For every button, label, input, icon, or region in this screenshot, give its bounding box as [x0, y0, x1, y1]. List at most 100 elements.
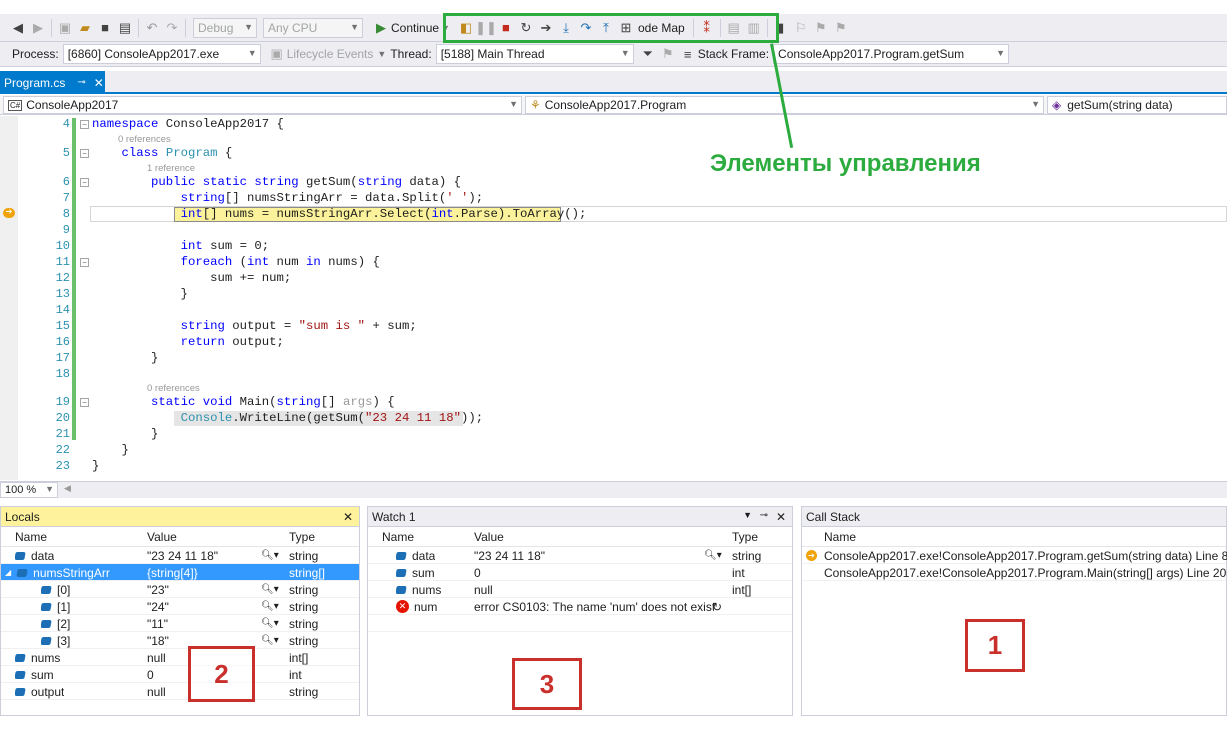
- text-visualizer-icon[interactable]: 🔍︎▾: [261, 547, 279, 564]
- lifecycle-icon[interactable]: ▣: [267, 44, 287, 64]
- grid-header: Name: [802, 527, 1226, 547]
- text-visualizer-icon[interactable]: 🔍︎▾: [704, 547, 722, 564]
- line-number: 19: [55, 395, 70, 409]
- line-number: 21: [55, 427, 70, 441]
- pane-title: Watch 1: [372, 509, 416, 524]
- call-stack-frame[interactable]: ➔ ConsoleApp2017.exe!ConsoleApp2017.Prog…: [802, 547, 1227, 564]
- column-header[interactable]: Name: [15, 527, 47, 547]
- method-icon: ◈: [1052, 98, 1062, 112]
- code-editor[interactable]: ➔ 4 5 6 7 8 9 10 11 12 13 14 15 16 17 18 19 20 21 22 23 − −…: [0, 116, 1227, 480]
- locals-row[interactable]: sum 0 int: [1, 666, 359, 683]
- variable-icon: [41, 636, 52, 645]
- prev-bookmark-icon[interactable]: ⚐: [791, 18, 811, 38]
- line-number: 12: [55, 271, 70, 285]
- code-line-19: static void Main(string[] args) {: [151, 395, 395, 409]
- locals-row[interactable]: data "23 24 11 18" string 🔍︎▾: [1, 547, 359, 564]
- filter-icon[interactable]: ⏷: [638, 44, 658, 64]
- call-stack-title-bar: Call Stack: [802, 507, 1226, 527]
- refresh-icon[interactable]: ↻: [712, 598, 722, 615]
- line-number: 16: [55, 335, 70, 349]
- scroll-left-icon[interactable]: ◀: [64, 483, 71, 494]
- text-visualizer-icon[interactable]: 🔍︎▾: [261, 615, 279, 632]
- new-project-icon[interactable]: ▣: [55, 18, 75, 38]
- lifecycle-events-button[interactable]: Lifecycle Events: [287, 47, 374, 61]
- redo-icon[interactable]: ↷: [162, 18, 182, 38]
- annotation-box-2: 2: [188, 646, 255, 702]
- stack-frame-combo[interactable]: ConsoleApp2017.Program.getSum ▼: [773, 44, 1010, 64]
- pin-icon[interactable]: ⊸: [760, 510, 768, 521]
- flag-thread-icon[interactable]: ⚑: [658, 44, 678, 64]
- open-file-icon[interactable]: ▰: [75, 18, 95, 38]
- codelens-references[interactable]: 0 references: [118, 134, 171, 145]
- close-tab-icon[interactable]: ✕: [94, 76, 104, 90]
- class-icon: ⚘: [530, 98, 541, 112]
- code-line-8: int[] nums = numsStringArr.Select(int.Pa…: [180, 207, 587, 221]
- forward-icon[interactable]: ▶: [28, 18, 48, 38]
- locals-row[interactable]: [0] "23" string 🔍︎▾: [1, 581, 359, 598]
- next-bookmark-icon[interactable]: ⚑: [811, 18, 831, 38]
- process-combo[interactable]: [6860] ConsoleApp2017.exe ▼: [62, 44, 261, 64]
- pane-title: Call Stack: [806, 509, 861, 524]
- indicator-margin[interactable]: [0, 116, 18, 480]
- locals-row[interactable]: output null string: [1, 683, 359, 700]
- close-icon[interactable]: ✕: [343, 510, 353, 524]
- watch-row[interactable]: data "23 24 11 18" string 🔍︎▾: [368, 547, 792, 564]
- code-line-5: class Program {: [121, 146, 233, 160]
- variable-icon: [41, 585, 52, 594]
- close-icon[interactable]: ✕: [776, 510, 786, 524]
- process-label: Process:: [12, 47, 59, 61]
- codelens-references[interactable]: 1 reference: [147, 163, 195, 174]
- text-visualizer-icon[interactable]: 🔍︎▾: [261, 581, 279, 598]
- variable-icon: [396, 568, 407, 577]
- column-header[interactable]: Value: [474, 527, 504, 547]
- thread-combo[interactable]: [5188] Main Thread ▼: [435, 44, 634, 64]
- platform-combo[interactable]: Any CPU ▼: [263, 17, 363, 38]
- stack-frame-icon[interactable]: ≡: [678, 44, 698, 64]
- column-header[interactable]: Type: [289, 527, 315, 547]
- pin-icon[interactable]: ⊸: [77, 77, 85, 88]
- line-number: 11: [55, 255, 70, 269]
- column-header[interactable]: Name: [824, 527, 856, 547]
- continue-play-icon[interactable]: ▶: [371, 18, 391, 38]
- dropdown-icon[interactable]: ▼: [743, 510, 752, 520]
- save-all-icon[interactable]: ▤: [115, 18, 135, 38]
- document-tab-strip: Program.cs ⊸ ✕: [0, 71, 1227, 94]
- column-header[interactable]: Value: [147, 527, 177, 547]
- zoom-combo[interactable]: 100 % ▼: [0, 482, 58, 498]
- code-line-20: Console.WriteLine(getSum("23 24 11 18"))…: [180, 411, 484, 425]
- line-number: 13: [55, 287, 70, 301]
- annotation-box-3: 3: [512, 658, 582, 710]
- codelens-references[interactable]: 0 references: [147, 383, 200, 394]
- tab-program-cs[interactable]: Program.cs ⊸ ✕: [0, 71, 105, 94]
- project-dropdown[interactable]: C# ConsoleApp2017 ▼: [3, 96, 522, 114]
- solution-config-combo[interactable]: Debug ▼: [193, 17, 257, 38]
- controls-annotation-label: Элементы управления: [710, 150, 981, 177]
- locals-row[interactable]: [3] "18" string 🔍︎▾: [1, 632, 359, 649]
- text-visualizer-icon[interactable]: 🔍︎▾: [261, 632, 279, 649]
- current-statement-arrow-icon: ➔: [3, 208, 15, 218]
- clear-bookmarks-icon[interactable]: ⚑: [831, 18, 851, 38]
- undo-icon[interactable]: ↶: [142, 18, 162, 38]
- line-number: 15: [55, 319, 70, 333]
- call-stack-frame[interactable]: ConsoleApp2017.exe!ConsoleApp2017.Progra…: [802, 564, 1226, 581]
- variable-icon: [16, 568, 28, 577]
- collapse-icon[interactable]: ◢: [5, 568, 11, 577]
- continue-button[interactable]: Continue: [391, 21, 439, 35]
- column-header[interactable]: Type: [732, 527, 758, 547]
- back-icon[interactable]: ◀: [8, 18, 28, 38]
- watch-row[interactable]: nums null int[]: [368, 581, 792, 598]
- locals-row[interactable]: [2] "11" string 🔍︎▾: [1, 615, 359, 632]
- variable-icon: [396, 585, 407, 594]
- locals-row[interactable]: [1] "24" string 🔍︎▾: [1, 598, 359, 615]
- column-header[interactable]: Name: [382, 527, 414, 547]
- watch-row[interactable]: sum 0 int: [368, 564, 792, 581]
- line-number: 4: [62, 117, 70, 131]
- member-dropdown[interactable]: ◈ getSum(string data): [1047, 96, 1227, 114]
- watch-row[interactable]: ✕ num error CS0103: The name 'num' does no…: [368, 598, 792, 615]
- locals-row[interactable]: nums null int[]: [1, 649, 359, 666]
- text-visualizer-icon[interactable]: 🔍︎▾: [261, 598, 279, 615]
- locals-row[interactable]: ◢ numsStringArr {string[4]} string[]: [1, 564, 359, 581]
- code-line-12: sum += num;: [92, 271, 292, 285]
- save-icon[interactable]: ■: [95, 18, 115, 38]
- watch-empty-row[interactable]: [368, 615, 792, 632]
